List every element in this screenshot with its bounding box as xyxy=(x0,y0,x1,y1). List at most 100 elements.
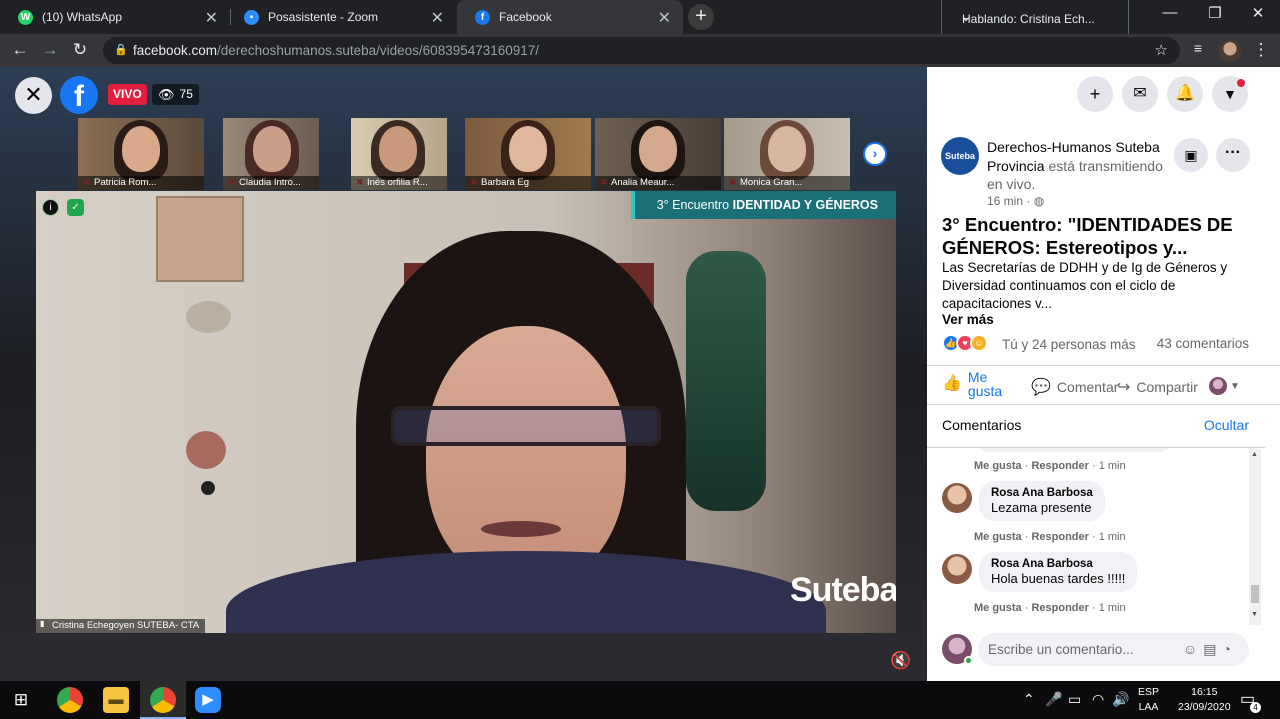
media-control-icon[interactable]: ≡ xyxy=(1188,40,1208,56)
reaction-selector[interactable]: ▼ xyxy=(1209,377,1240,395)
volume-muted-icon[interactable]: 🔇 xyxy=(890,651,911,671)
next-participants-button[interactable]: › xyxy=(863,142,887,166)
commenter-avatar[interactable] xyxy=(942,554,972,584)
wall-painting xyxy=(156,196,244,282)
notification-count: 4 xyxy=(1250,702,1261,713)
comment-label: Comentar xyxy=(1056,379,1119,395)
reaction-summary[interactable]: Tú y 24 personas más xyxy=(1002,337,1136,352)
profile-avatar[interactable] xyxy=(1219,40,1241,62)
tab-zoom[interactable]: ▪ Posasistente - Zoom ✕ xyxy=(226,0,456,34)
show-hidden-icons[interactable]: ⌃ xyxy=(1023,691,1035,708)
participant-name: Patricia Rom... xyxy=(78,176,204,190)
notifications-bell-icon[interactable]: 🔔 xyxy=(1167,76,1203,112)
page-avatar[interactable]: Suteba xyxy=(941,137,979,175)
see-more-link[interactable]: Ver más xyxy=(942,312,994,327)
create-plus-icon[interactable]: + xyxy=(1077,76,1113,112)
comment-input[interactable]: Escribe un comentario... ☺▤◔ xyxy=(978,633,1249,666)
windows-start-icon[interactable]: ⊞ xyxy=(8,687,34,713)
wall-ornament xyxy=(201,481,215,495)
globe-icon: ◍ xyxy=(1033,194,1045,208)
emoji-icon[interactable]: ☺ xyxy=(1183,641,1203,657)
reload-icon[interactable]: ↻ xyxy=(70,40,90,60)
scroll-up-icon[interactable]: ▲ xyxy=(1251,451,1258,458)
browser-tab-strip: W (10) WhatsApp ✕ ▪ Posasistente - Zoom … xyxy=(0,0,1280,38)
system-clock[interactable]: 16:15 23/09/2020 xyxy=(1178,685,1231,715)
close-tab-icon[interactable]: ✕ xyxy=(658,8,671,28)
video-description: Las Secretarías de DDHH y de Ig de Géner… xyxy=(942,260,1228,311)
participant-tile: ✖ Barbara Eg xyxy=(465,118,591,190)
share-button[interactable]: ↪ Compartir xyxy=(1117,377,1198,397)
comment-author[interactable]: Rosa Ana Barbosa xyxy=(991,487,1093,499)
commenter-avatar[interactable] xyxy=(942,483,972,513)
chrome-profile-icon[interactable] xyxy=(150,687,176,713)
forward-icon[interactable]: → xyxy=(40,40,60,60)
scrollbar-thumb[interactable] xyxy=(1251,585,1259,603)
window-close-icon[interactable]: ✕ xyxy=(1238,4,1278,22)
wifi-icon[interactable]: ◠ xyxy=(1092,691,1104,708)
green-fabric xyxy=(686,251,766,511)
post-timestamp[interactable]: 16 min · ◍ xyxy=(987,194,1044,208)
restore-icon[interactable]: ❐ xyxy=(1195,4,1235,22)
composer-tools: ☺▤◔ xyxy=(1183,633,1237,666)
media-speaking-indicator[interactable]: ⌄ Hablando: Cristina Ech... xyxy=(941,0,1129,38)
gif-icon[interactable]: ▤ xyxy=(1203,641,1222,657)
close-icon[interactable]: ✕ xyxy=(15,77,52,114)
new-tab-button[interactable]: + xyxy=(688,4,714,30)
notification-dot xyxy=(1237,79,1245,87)
wall-ornament xyxy=(186,431,226,469)
comment-reply-link[interactable]: Responder xyxy=(1031,602,1088,614)
live-badge: VIVO xyxy=(108,84,147,105)
video-title: 3° Encuentro: "IDENTIDADES DE GÉNEROS: E… xyxy=(942,214,1233,258)
online-status-dot xyxy=(964,656,973,665)
comments-list[interactable]: Me gusta · Responder · 1 min Rosa Ana Ba… xyxy=(927,447,1265,625)
comment-like-link[interactable]: Me gusta xyxy=(974,531,1022,543)
comment-bubble xyxy=(979,448,1169,452)
like-button[interactable]: 👍 Me gusta xyxy=(942,370,1008,398)
microphone-icon[interactable]: 🎤 xyxy=(1045,691,1062,708)
comment-count[interactable]: 43 comentarios xyxy=(1157,336,1249,351)
share-label: Compartir xyxy=(1136,379,1198,395)
speaker-name-label: ▮ Cristina Echegoyen SUTEBA- CTA xyxy=(36,619,206,633)
comment-bubble: Rosa Ana Barbosa Lezama presente xyxy=(979,481,1105,521)
event-banner-title: IDENTIDAD Y GÉNEROS xyxy=(732,198,878,212)
minimize-icon[interactable]: — xyxy=(1150,4,1190,21)
file-explorer-icon[interactable]: ▬ xyxy=(103,687,129,713)
scroll-down-icon[interactable]: ▼ xyxy=(1251,611,1258,618)
speaker-icon[interactable]: 🔊 xyxy=(1112,691,1129,708)
sticker-icon[interactable]: ◔ xyxy=(1223,641,1237,657)
care-reaction-icon: ☺ xyxy=(970,334,988,352)
participant-name: Analia Meaur... xyxy=(595,176,721,190)
comment-reply-link[interactable]: Responder xyxy=(1031,531,1088,543)
info-icon[interactable]: i xyxy=(42,199,59,216)
input-language[interactable]: ESP LAA xyxy=(1138,685,1159,715)
wall-ornament xyxy=(186,301,231,333)
tab-facebook[interactable]: f Facebook ✕ xyxy=(457,0,683,34)
zoom-app-icon[interactable]: ▶ xyxy=(195,687,221,713)
comment-like-link[interactable]: Me gusta xyxy=(974,460,1022,472)
address-bar[interactable]: 🔒 facebook.com/derechoshumanos.suteba/vi… xyxy=(103,37,1180,64)
more-options-icon[interactable]: ··· xyxy=(1216,138,1250,172)
comment-author[interactable]: Rosa Ana Barbosa xyxy=(991,558,1125,570)
hide-comments-link[interactable]: Ocultar xyxy=(1204,417,1249,433)
close-tab-icon[interactable]: ✕ xyxy=(431,8,444,28)
chrome-icon[interactable] xyxy=(57,687,83,713)
comment-button[interactable]: 💬 Comentar xyxy=(1031,377,1118,397)
facebook-logo-icon[interactable]: f xyxy=(60,76,98,114)
comment-like-link[interactable]: Me gusta xyxy=(974,602,1022,614)
messenger-icon[interactable]: ✉ xyxy=(1122,76,1158,112)
comments-scrollbar[interactable]: ▲ ▼ xyxy=(1249,449,1261,625)
language-code: ESP xyxy=(1138,686,1160,698)
comment-time: 1 min xyxy=(1098,602,1126,614)
menu-dots-icon[interactable]: ⋮ xyxy=(1251,40,1271,60)
shield-icon[interactable]: ✓ xyxy=(67,199,84,216)
comment-reply-link[interactable]: Responder xyxy=(1031,460,1088,472)
reaction-icons[interactable]: 👍 ♥ ☺ xyxy=(942,334,988,352)
live-video-player[interactable]: ✕ f VIVO 👁 75 ✖ Patricia Rom... ✖ Claudi… xyxy=(0,67,927,681)
battery-icon[interactable]: ▭ xyxy=(1068,691,1081,708)
participant-name: Monica Gran... xyxy=(724,176,850,190)
back-icon[interactable]: ← xyxy=(10,40,30,60)
tab-whatsapp[interactable]: W (10) WhatsApp ✕ xyxy=(0,0,230,34)
close-tab-icon[interactable]: ✕ xyxy=(205,8,218,28)
bookmark-star-icon[interactable]: ☆ xyxy=(1155,41,1168,59)
save-post-icon[interactable]: ▣ xyxy=(1174,138,1208,172)
